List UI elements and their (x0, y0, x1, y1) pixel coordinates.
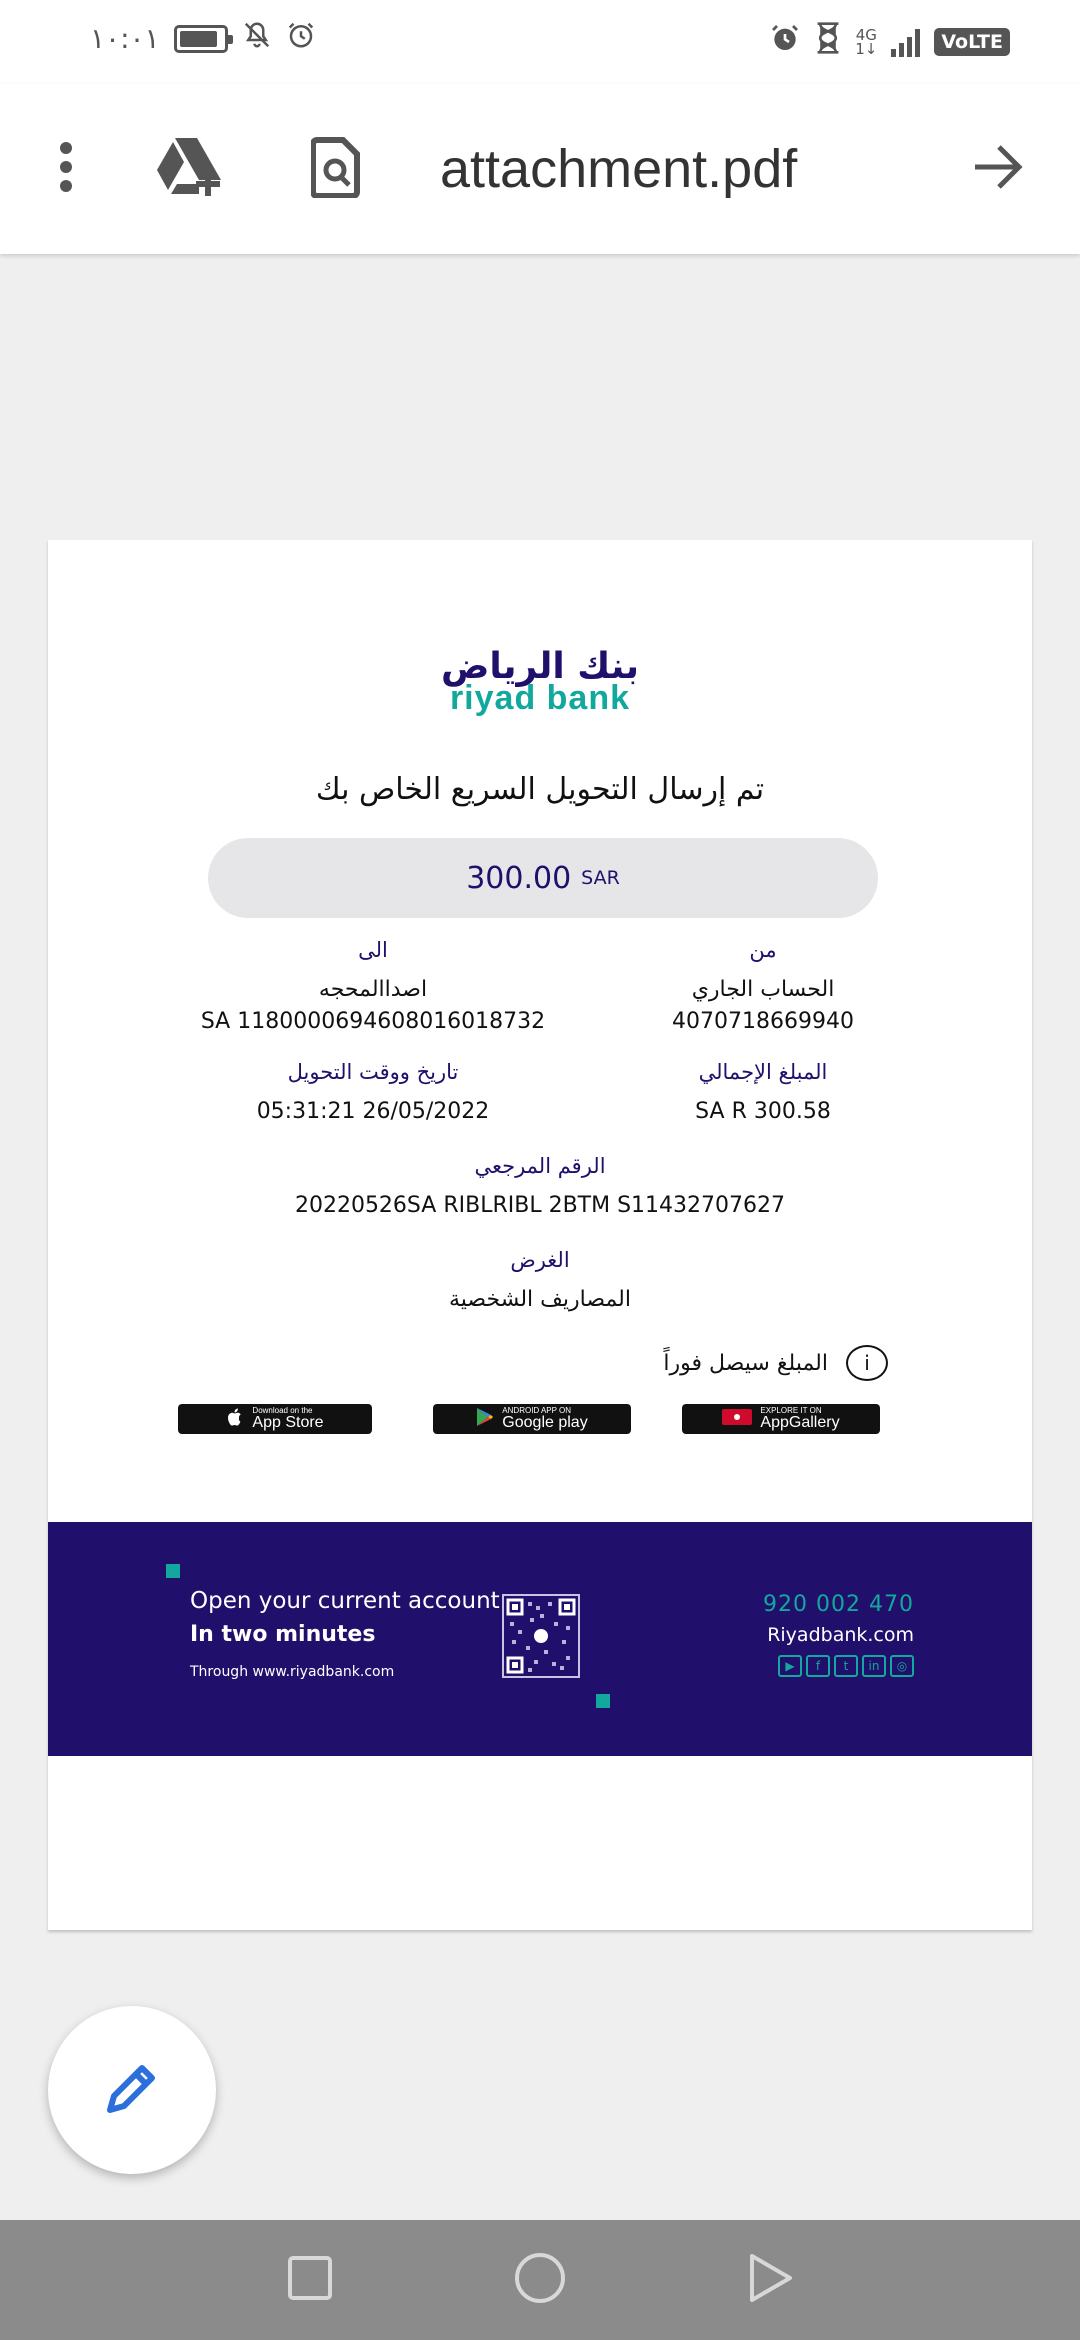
more-vert-icon (59, 141, 73, 197)
info-icon: i (846, 1345, 888, 1381)
total-field: المبلغ الإجمالي SA R 300.58 (588, 1060, 938, 1128)
pencil-icon (100, 2056, 164, 2124)
to-field: الى اصداالمحجه SA 1180000694608016018732 (168, 938, 578, 1038)
from-account-name: الحساب الجاري (691, 977, 835, 1002)
notice-text: المبلغ سيصل فوراً (663, 1350, 828, 1376)
edit-fab-button[interactable] (48, 2006, 216, 2174)
banner-square-2 (596, 1694, 610, 1708)
purpose-field: الغرض المصاريف الشخصية (198, 1248, 882, 1316)
system-nav-bar (0, 2220, 1080, 2340)
facebook-icon[interactable]: f (806, 1655, 830, 1677)
add-to-drive-button[interactable] (150, 84, 230, 254)
more-options-button[interactable] (36, 84, 96, 254)
purpose-value: المصاريف الشخصية (449, 1287, 631, 1312)
square-icon (287, 2255, 333, 2305)
twitter-icon[interactable]: t (834, 1655, 858, 1677)
home-button[interactable] (490, 2220, 590, 2340)
google-play-badge[interactable]: ANDROID APP ON Google play (433, 1404, 631, 1434)
total-label: المبلغ الإجمالي (698, 1060, 828, 1084)
document-title: attachment.pdf (440, 139, 798, 199)
banner-square-1 (166, 1564, 180, 1578)
riyad-bank-logo: بنك الرياض riyad bank (48, 649, 1032, 717)
triangle-icon (746, 2252, 794, 2308)
amount-currency: SAR (581, 867, 620, 889)
google-play-big: Google play (502, 1414, 588, 1431)
bank-website: Riyadbank.com (767, 1624, 914, 1646)
recents-button[interactable] (260, 2220, 360, 2340)
circle-icon (513, 2251, 567, 2309)
to-iban: SA 1180000694608016018732 (200, 1009, 546, 1034)
app-store-badge[interactable]: Download on the App Store (178, 1404, 372, 1434)
instant-notice: المبلغ سيصل فوراً i (663, 1345, 888, 1381)
alarm-filled-icon (769, 22, 801, 61)
to-name: اصداالمحجه (318, 977, 428, 1002)
drive-add-icon (155, 136, 225, 202)
forward-button[interactable] (958, 84, 1038, 254)
reference-label: الرقم المرجعي (474, 1154, 606, 1178)
total-value: SA R 300.58 (695, 1099, 831, 1124)
find-in-page-icon (310, 136, 361, 202)
app-store-big: App Store (252, 1414, 324, 1431)
huawei-icon (722, 1408, 753, 1430)
status-right: 4G 1↓ VoLTE (769, 22, 1010, 61)
pdf-page: بنك الرياض riyad bank تم إرسال التحويل ا… (48, 540, 1032, 1930)
arrow-forward-icon (971, 142, 1025, 196)
confirmation-title: تم إرسال التحويل السريع الخاص بك (315, 772, 765, 807)
status-bar: ١٠:٠١ 4G 1↓ VoLTE (0, 0, 1080, 84)
youtube-icon[interactable]: ▶ (778, 1655, 802, 1677)
apple-icon (226, 1407, 244, 1432)
alarm-icon (286, 20, 316, 57)
banner-line-3: Through www.riyadbank.com (190, 1664, 395, 1680)
viewer-toolbar: attachment.pdf (0, 84, 1080, 254)
qr-code (502, 1594, 580, 1678)
reference-value: 20220526SA RIBLRIBL 2BTM S11432707627 (294, 1193, 786, 1218)
notifications-off-icon (242, 20, 272, 57)
datetime-field: تاريخ ووقت التحويل 05:31:21 26/05/2022 (168, 1060, 578, 1128)
signal-icon (891, 27, 921, 57)
battery-icon (173, 24, 233, 53)
clock-time: ١٠:٠١ (90, 22, 160, 55)
datetime-label: تاريخ ووقت التحويل (287, 1060, 459, 1084)
network-type: 4G 1↓ (855, 27, 878, 58)
back-button[interactable] (720, 2220, 820, 2340)
amount-value: 300.00 (466, 860, 572, 896)
from-account-number: 4070718669940 (672, 1009, 854, 1034)
linkedin-icon[interactable]: in (862, 1655, 886, 1677)
from-label: من (749, 938, 777, 962)
reference-field: الرقم المرجعي 20220526SA RIBLRIBL 2BTM S… (198, 1154, 882, 1222)
datetime-value: 05:31:21 26/05/2022 (256, 1099, 490, 1124)
banner-line-1: Open your current account (190, 1588, 500, 1614)
social-icons: ▶ f t in ◎ (778, 1655, 914, 1677)
status-left: ١٠:٠١ (90, 20, 316, 57)
network-sub-label: 1↓ (855, 39, 878, 58)
bank-phone: 920 002 470 (763, 1592, 914, 1617)
app-gallery-badge[interactable]: EXPLORE IT ON AppGallery (682, 1404, 880, 1434)
instagram-icon[interactable]: ◎ (890, 1655, 914, 1677)
promo-banner: Open your current account In two minutes… (48, 1522, 1032, 1756)
purpose-label: الغرض (510, 1248, 570, 1272)
from-field: من الحساب الجاري 4070718669940 (588, 938, 938, 1038)
banner-line-2: In two minutes (190, 1622, 376, 1647)
app-gallery-big: AppGallery (760, 1414, 840, 1431)
to-label: الى (358, 938, 388, 962)
hourglass-icon (815, 22, 841, 61)
find-in-page-button[interactable] (300, 84, 372, 254)
play-icon (476, 1407, 494, 1432)
volte-badge: VoLTE (934, 27, 1010, 56)
amount-pill: 300.00 SAR (208, 838, 878, 918)
logo-english: riyad bank (449, 679, 631, 717)
